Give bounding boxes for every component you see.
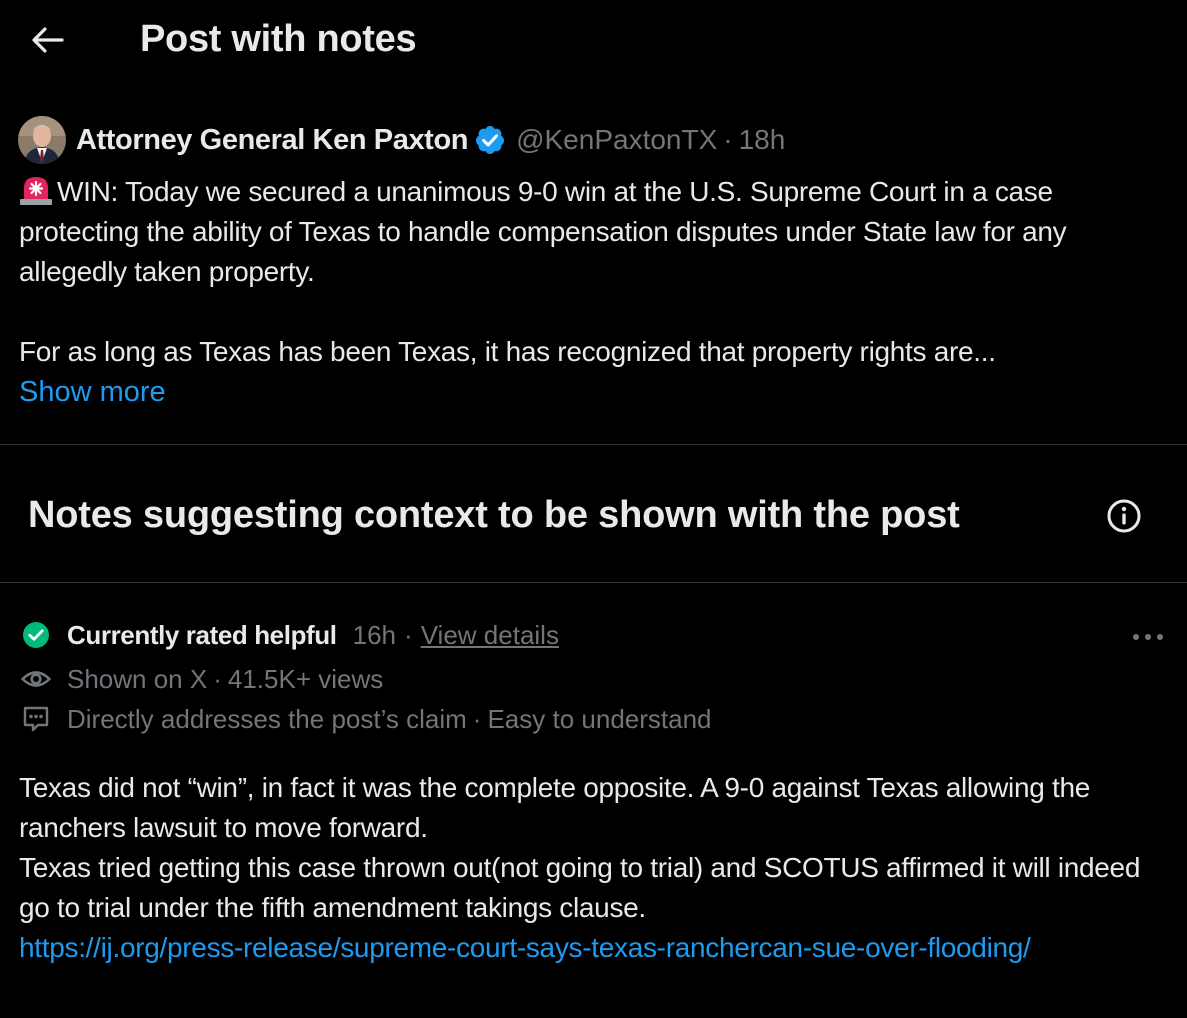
separator-dot: ·	[213, 663, 222, 694]
note-paragraph-2: Texas tried getting this case thrown out…	[19, 852, 1141, 923]
views-count: 41.5K+ views	[227, 663, 384, 694]
note-status-row: Currently rated helpful 16h · View detai…	[20, 617, 559, 653]
info-circle-icon	[1107, 499, 1141, 533]
note-reasons-row: Directly addresses the post’s claim · Ea…	[20, 701, 712, 737]
notes-section-title: Notes suggesting context to be shown wit…	[28, 494, 960, 536]
note-timestamp: 16h	[352, 619, 397, 650]
note-speech-icon	[23, 706, 49, 732]
view-details-link[interactable]: View details	[421, 620, 559, 651]
post-paragraph-2: For as long as Texas has been Texas, it …	[19, 336, 996, 367]
post-paragraph-1-text: WIN: Today we secured a unanimous 9-0 wi…	[19, 176, 1067, 287]
post-text: WIN: Today we secured a unanimous 9-0 wi…	[19, 172, 1169, 372]
post-paragraph-1: WIN: Today we secured a unanimous 9-0 wi…	[19, 172, 1169, 292]
separator-dot: ·	[723, 124, 733, 155]
show-more-link[interactable]: Show more	[19, 372, 166, 412]
note-status-label: Currently rated helpful	[67, 619, 337, 650]
divider	[0, 582, 1187, 583]
info-button[interactable]	[1102, 494, 1146, 538]
verified-badge-icon	[476, 126, 505, 154]
note-views-row: Shown on X · 41.5K+ views	[20, 661, 383, 697]
check-circle-icon	[23, 622, 49, 648]
top-bar: Post with notes	[0, 0, 1187, 80]
siren-emoji-icon	[20, 177, 52, 205]
note-paragraph-1: Texas did not “win”, in fact it was the …	[19, 772, 1091, 843]
note-source-link[interactable]: https://ij.org/press-release/supreme-cou…	[19, 928, 1169, 968]
back-arrow-icon	[32, 27, 64, 53]
post-timestamp[interactable]: 18h	[739, 124, 786, 156]
more-options-button[interactable]	[1126, 620, 1170, 654]
post-author-row: Attorney General Ken Paxton @KenPaxtonTX…	[18, 114, 785, 166]
note-body: Texas did not “win”, in fact it was the …	[19, 768, 1169, 968]
note-reason-1: Directly addresses the post’s claim	[67, 703, 467, 734]
note-reason-2: Easy to understand	[487, 703, 712, 734]
separator-dot: ·	[404, 619, 413, 650]
back-button[interactable]	[22, 18, 74, 62]
avatar[interactable]	[18, 116, 66, 164]
divider	[0, 444, 1187, 445]
shown-on-text: Shown on X	[67, 663, 208, 694]
author-name[interactable]: Attorney General Ken Paxton	[76, 124, 468, 157]
author-handle[interactable]: @KenPaxtonTX	[516, 124, 717, 156]
eye-icon	[21, 671, 51, 687]
more-horizontal-icon	[1133, 634, 1163, 640]
separator-dot: ·	[472, 703, 482, 734]
page-title: Post with notes	[140, 18, 417, 60]
